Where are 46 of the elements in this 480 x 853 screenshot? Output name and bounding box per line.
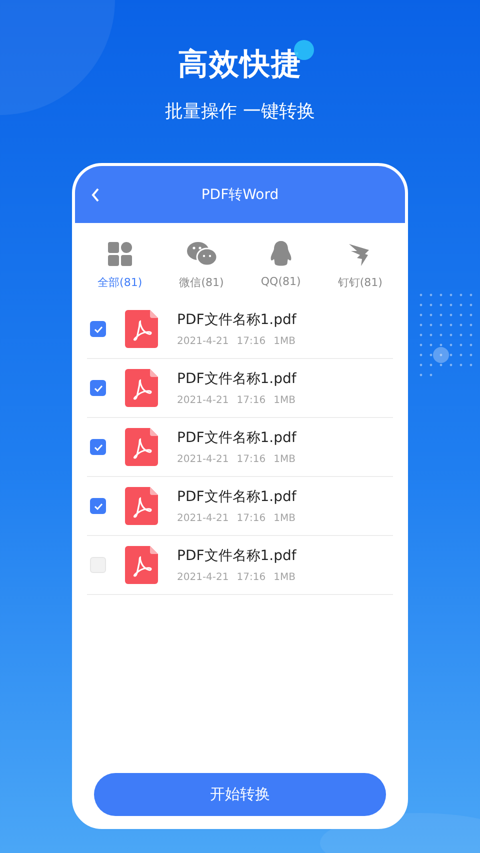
file-time: 17:16: [236, 395, 266, 406]
subtitle: 批量操作 一键转换: [165, 100, 315, 123]
chat-bubbles-icon: [186, 241, 216, 267]
pdf-file-icon: [125, 487, 158, 525]
file-size: 1MB: [274, 454, 296, 465]
file-size: 1MB: [274, 572, 296, 583]
file-date: 2021-4-21: [177, 513, 229, 524]
start-convert-button[interactable]: 开始转换: [94, 773, 386, 816]
file-name: PDF文件名称1.pdf: [177, 547, 296, 565]
back-icon[interactable]: [91, 188, 100, 202]
header-title: PDF转Word: [201, 186, 279, 204]
file-time: 17:16: [236, 454, 266, 465]
file-size: 1MB: [274, 336, 296, 347]
checkbox[interactable]: [90, 498, 106, 514]
pdf-file-icon: [125, 428, 158, 466]
headline: 高效快捷: [178, 44, 302, 85]
file-name: PDF文件名称1.pdf: [177, 429, 296, 447]
background-circle: [433, 347, 449, 363]
file-name: PDF文件名称1.pdf: [177, 370, 296, 388]
checkbox[interactable]: [90, 380, 106, 396]
checkmark-icon: [94, 326, 102, 332]
file-time: 17:16: [236, 572, 266, 583]
file-size: 1MB: [274, 513, 296, 524]
pdf-file-icon: [125, 369, 158, 407]
category-tab[interactable]: 钉钉(81): [338, 241, 382, 290]
pdf-file-icon: [125, 310, 158, 348]
checkbox[interactable]: [90, 439, 106, 455]
pdf-file-icon: [125, 546, 158, 584]
file-size: 1MB: [274, 395, 296, 406]
category-tab[interactable]: 微信(81): [179, 241, 224, 290]
penguin-icon: [270, 241, 292, 267]
checkbox[interactable]: [90, 321, 106, 337]
file-time: 17:16: [236, 336, 266, 347]
checkmark-icon: [94, 384, 102, 392]
grid-icon: [108, 242, 132, 266]
file-name: PDF文件名称1.pdf: [177, 488, 296, 506]
checkmark-icon: [94, 502, 102, 510]
file-date: 2021-4-21: [177, 454, 229, 465]
category-tab[interactable]: QQ(81): [260, 241, 301, 290]
file-date: 2021-4-21: [177, 395, 229, 406]
file-name: PDF文件名称1.pdf: [177, 311, 296, 329]
file-date: 2021-4-21: [177, 336, 229, 347]
file-date: 2021-4-21: [177, 572, 229, 583]
category-tab[interactable]: 全部(81): [98, 241, 142, 290]
checkmark-icon: [94, 444, 102, 450]
file-time: 17:16: [236, 513, 266, 524]
